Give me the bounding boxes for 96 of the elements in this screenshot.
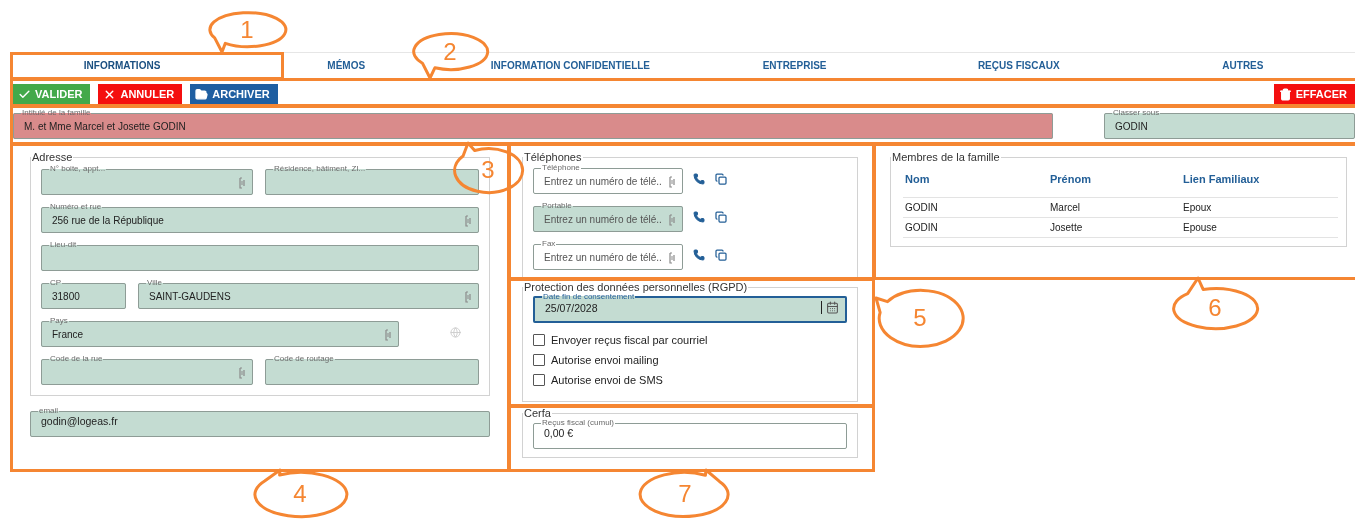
field-label: N° boite, appt... [49, 165, 107, 173]
callout-number: 6 [1208, 296, 1222, 320]
field-input[interactable]: godin@logeas.fr [41, 415, 483, 427]
sort-as-field[interactable]: Classer sous GODIN [1104, 109, 1355, 139]
address-field[interactable]: Lieu-dit [41, 241, 479, 271]
tab[interactable]: INFORMATION CONFIDENTIELLE [458, 53, 683, 79]
callout-number: 7 [678, 482, 692, 506]
cancel-button[interactable]: ANNULER [98, 84, 183, 104]
delete-button[interactable]: EFFACER [1273, 84, 1355, 104]
archive-icon [195, 87, 209, 101]
field-label: Classer sous [1112, 109, 1161, 117]
table-cell: Epouse [1181, 218, 1338, 238]
phone-icon[interactable] [693, 173, 705, 185]
callout-number: 2 [443, 40, 457, 64]
address-field[interactable]: N° boite, appt... [41, 165, 253, 195]
field-input[interactable]: 256 rue de la République [52, 215, 461, 226]
field-picker-icon[interactable] [669, 175, 676, 188]
field-input[interactable]: France [52, 329, 381, 340]
checkbox-label: Autorise envoi mailing [551, 353, 659, 366]
field-picker-icon[interactable] [385, 328, 392, 341]
column-header: Prénom [1048, 167, 1181, 198]
table-cell: Josette [1048, 218, 1181, 238]
column-header: Lien Familiaux [1181, 167, 1338, 198]
field-picker-icon[interactable] [239, 366, 246, 379]
checkbox-label: Envoyer reçus fiscal par courriel [551, 333, 708, 346]
table-cell: Epoux [1181, 198, 1338, 218]
address-field[interactable]: Ville SAINT-GAUDENS [138, 279, 479, 309]
email-field[interactable]: email godin@logeas.fr [30, 407, 490, 437]
field-picker-icon[interactable] [669, 213, 676, 226]
field-input[interactable]: Entrez un numéro de télé.. [544, 252, 665, 263]
field-label: Portable [541, 202, 573, 210]
tab[interactable]: AUTRES [1130, 53, 1355, 79]
field-label: Téléphone [541, 164, 581, 172]
callout-number: 4 [293, 482, 307, 506]
callout-number: 3 [481, 158, 495, 182]
field-label: email [38, 407, 60, 415]
address-field[interactable]: Code de la rue [41, 355, 253, 385]
field-label: Date fin de consentement [542, 293, 636, 301]
trash-icon [1278, 87, 1292, 101]
table-cell: GODIN [903, 218, 1048, 238]
phone-field[interactable]: Fax Entrez un numéro de télé.. [533, 240, 683, 270]
tab[interactable]: INFORMATIONS [10, 53, 235, 79]
panel-title: Adresse [31, 151, 74, 163]
field-input[interactable]: SAINT-GAUDENS [149, 291, 461, 302]
phone-field[interactable]: Portable Entrez un numéro de télé.. [533, 202, 683, 232]
checkbox[interactable] [533, 333, 545, 346]
field-label: Fax [541, 240, 557, 248]
field-picker-icon[interactable] [669, 251, 676, 264]
field-label: Code de routage [273, 355, 335, 363]
panel-title: Membres de la famille [891, 151, 1001, 163]
phone-icon[interactable] [693, 211, 705, 223]
tab[interactable]: REÇUS FISCAUX [906, 53, 1131, 79]
tab[interactable]: ENTREPRISE [682, 53, 907, 79]
address-field[interactable]: Pays France [41, 317, 399, 347]
panel-title: Protection des données personnelles (RGPD) [523, 281, 749, 293]
field-picker-icon[interactable] [465, 290, 472, 303]
address-field[interactable]: Code de routage [265, 355, 479, 385]
field-label: Numéro et rue [49, 203, 103, 211]
column-header: Nom [903, 167, 1048, 198]
checkbox[interactable] [533, 373, 545, 386]
field-label: Ville [146, 279, 163, 287]
callout-number: 5 [913, 306, 927, 330]
field-input[interactable]: Entrez un numéro de télé.. [544, 176, 665, 187]
address-field[interactable]: Numéro et rue 256 rue de la République [41, 203, 479, 233]
copy-icon[interactable] [715, 211, 727, 223]
table-cell: Marcel [1048, 198, 1181, 218]
address-field[interactable]: CP 31800 [41, 279, 126, 309]
field-label: Lieu-dit [49, 241, 78, 249]
panel-title: Cerfa [523, 407, 552, 419]
date-field[interactable]: Date fin de consentement 25/07/2028 [533, 293, 847, 323]
field-label: Résidence, bâtiment, ZI... [273, 165, 367, 173]
field-input[interactable]: M. et Mme Marcel et Josette GODIN [24, 121, 1046, 132]
calendar-icon[interactable] [826, 301, 839, 314]
checkbox[interactable] [533, 353, 545, 366]
field-picker-icon[interactable] [239, 176, 246, 189]
field-input[interactable]: 31800 [52, 291, 119, 302]
phone-field[interactable]: Téléphone Entrez un numéro de télé.. [533, 164, 683, 194]
copy-icon[interactable] [715, 173, 727, 185]
archive-button[interactable]: ARCHIVER [190, 84, 278, 104]
field-input[interactable]: Entrez un numéro de télé.. [544, 214, 665, 225]
field-input[interactable]: 25/07/2028 [545, 301, 818, 314]
panel-title: Téléphones [523, 151, 583, 163]
field-picker-icon[interactable] [465, 214, 472, 227]
copy-icon[interactable] [715, 249, 727, 261]
field-label: Reçus fiscal (cumul) [541, 419, 615, 427]
field-input[interactable]: GODIN [1115, 121, 1348, 132]
phone-icon[interactable] [693, 249, 705, 261]
table-cell: GODIN [903, 198, 1048, 218]
address-field[interactable]: Résidence, bâtiment, ZI... [265, 165, 479, 195]
field-input[interactable]: 0,00 € [544, 427, 840, 439]
callout-number: 1 [240, 18, 254, 42]
checkbox-label: Autorise envoi de SMS [551, 373, 663, 386]
amount-field[interactable]: Reçus fiscal (cumul) 0,00 € [533, 419, 847, 449]
field-label: Pays [49, 317, 69, 325]
field-label: CP [49, 279, 63, 287]
field-label: Code de la rue [49, 355, 104, 363]
